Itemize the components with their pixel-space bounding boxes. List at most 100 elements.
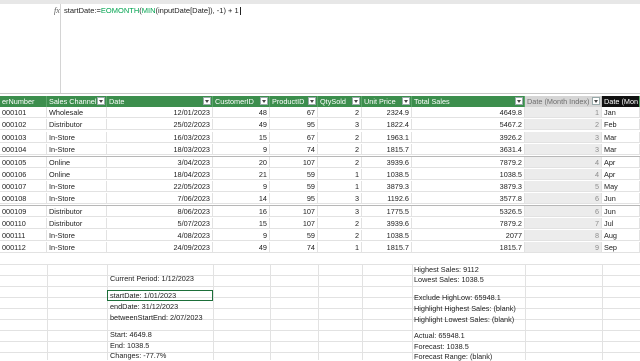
cell-month-index[interactable]: 5 <box>525 180 602 192</box>
cell-customer-id[interactable]: 9 <box>213 143 270 155</box>
cell-qty-sold[interactable]: 1 <box>318 168 362 180</box>
cell-month-index[interactable]: 6 <box>525 193 602 205</box>
cell-product-id[interactable]: 59 <box>270 180 318 192</box>
highlight-lowest-value[interactable]: Highlight Lowest Sales: (blank) <box>414 315 514 324</box>
cell-date[interactable]: 5/07/2023 <box>107 217 213 229</box>
cell-sales-channel[interactable]: In-Store <box>47 131 107 143</box>
cell-order-number[interactable]: 000108 <box>0 193 47 205</box>
cell-date[interactable]: 18/03/2023 <box>107 143 213 155</box>
cell-qty-sold[interactable]: 2 <box>318 143 362 155</box>
cell-customer-id[interactable]: 15 <box>213 217 270 229</box>
cell-date[interactable]: 4/08/2023 <box>107 230 213 241</box>
cell-unit-price[interactable]: 1192.6 <box>362 193 412 205</box>
cell-unit-price[interactable]: 1038.5 <box>362 168 412 180</box>
column-header-month-name[interactable]: Date (Mon <box>602 96 640 107</box>
forecast-value[interactable]: Forecast: 1038.5 <box>414 342 469 351</box>
cell-month-index[interactable]: 9 <box>525 242 602 254</box>
cell-order-number[interactable]: 000111 <box>0 230 47 241</box>
cell-unit-price[interactable]: 1815.7 <box>362 143 412 155</box>
cell-product-id[interactable]: 59 <box>270 168 318 180</box>
cell-unit-price[interactable]: 1815.7 <box>362 242 412 254</box>
cell-product-id[interactable]: 59 <box>270 230 318 241</box>
column-header-date[interactable]: Date <box>107 96 213 107</box>
cell-month-index[interactable]: 2 <box>525 119 602 131</box>
cell-date[interactable]: 22/05/2023 <box>107 180 213 192</box>
cell-order-number[interactable]: 000101 <box>0 107 47 118</box>
cell-month-index[interactable]: 4 <box>525 168 602 180</box>
cell-sales-channel[interactable]: In-Store <box>47 143 107 155</box>
formula-separator[interactable] <box>0 93 640 94</box>
cell-month-index[interactable]: 3 <box>525 143 602 155</box>
cell-order-number[interactable]: 000104 <box>0 143 47 155</box>
cell-customer-id[interactable]: 14 <box>213 193 270 205</box>
formula-input[interactable]: startDate:=EOMONTH(MIN(inputDate[Date]),… <box>64 6 241 16</box>
column-header-product-id[interactable]: ProductID <box>270 96 318 107</box>
cell-unit-price[interactable]: 1038.5 <box>362 230 412 241</box>
cell-month-name[interactable]: Jul <box>602 217 640 229</box>
filter-dropdown-icon[interactable] <box>515 97 523 105</box>
column-header-sales-channel[interactable]: Sales Channel <box>47 96 107 107</box>
between-start-end-value[interactable]: betweenStartEnd: 2/07/2023 <box>110 313 203 322</box>
cell-order-number[interactable]: 000109 <box>0 206 47 218</box>
name-box[interactable] <box>0 4 61 18</box>
cell-customer-id[interactable]: 48 <box>213 107 270 118</box>
cell-customer-id[interactable]: 49 <box>213 119 270 131</box>
lowest-sales-value[interactable]: Lowest Sales: 1038.5 <box>414 275 484 284</box>
cell-order-number[interactable]: 000103 <box>0 131 47 143</box>
cell-month-name[interactable]: Apr <box>602 168 640 180</box>
cell-qty-sold[interactable]: 1 <box>318 242 362 254</box>
cell-qty-sold[interactable]: 3 <box>318 206 362 218</box>
exclude-highlow-value[interactable]: Exclude HighLow: 65948.1 <box>414 293 501 302</box>
end-value[interactable]: End: 1038.5 <box>110 341 149 350</box>
changes-value[interactable]: Changes: -77.7% <box>110 351 166 360</box>
cell-sales-channel[interactable]: Distributor <box>47 206 107 218</box>
cell-unit-price[interactable]: 1822.4 <box>362 119 412 131</box>
cell-month-index[interactable]: 7 <box>525 217 602 229</box>
cell-unit-price[interactable]: 3939.6 <box>362 217 412 229</box>
cell-total-sales[interactable]: 5467.2 <box>412 119 525 131</box>
cell-product-id[interactable]: 95 <box>270 119 318 131</box>
cell-order-number[interactable]: 000106 <box>0 168 47 180</box>
start-date-cell[interactable]: startDate: 1/01/2023 <box>107 290 213 301</box>
column-header-month-index[interactable]: Date (Month Index) <box>525 96 602 107</box>
cell-date[interactable]: 25/02/2023 <box>107 119 213 131</box>
cell-sales-channel[interactable]: Distributor <box>47 217 107 229</box>
cell-customer-id[interactable]: 9 <box>213 230 270 241</box>
cell-customer-id[interactable]: 21 <box>213 168 270 180</box>
cell-unit-price[interactable]: 3939.6 <box>362 157 412 169</box>
filter-dropdown-icon[interactable] <box>260 97 268 105</box>
cell-product-id[interactable]: 67 <box>270 131 318 143</box>
cell-date[interactable]: 8/06/2023 <box>107 206 213 218</box>
column-header-order-number[interactable]: erNumber <box>0 96 47 107</box>
cell-date[interactable]: 3/04/2023 <box>107 157 213 169</box>
filter-dropdown-icon[interactable] <box>402 97 410 105</box>
cell-sales-channel[interactable]: In-Store <box>47 230 107 241</box>
start-value[interactable]: Start: 4649.8 <box>110 330 152 339</box>
cell-order-number[interactable]: 000112 <box>0 242 47 254</box>
cell-total-sales[interactable]: 3926.2 <box>412 131 525 143</box>
cell-order-number[interactable]: 000102 <box>0 119 47 131</box>
cell-date[interactable]: 18/04/2023 <box>107 168 213 180</box>
cell-product-id[interactable]: 107 <box>270 217 318 229</box>
highest-sales-value[interactable]: Highest Sales: 9112 <box>414 265 479 274</box>
cell-month-name[interactable]: May <box>602 180 640 192</box>
cell-date[interactable]: 24/09/2023 <box>107 242 213 254</box>
column-header-total-sales[interactable]: Total Sales <box>412 96 525 107</box>
cell-qty-sold[interactable]: 1 <box>318 180 362 192</box>
cell-sales-channel[interactable]: Wholesale <box>47 107 107 118</box>
cell-product-id[interactable]: 74 <box>270 242 318 254</box>
cell-total-sales[interactable]: 3879.3 <box>412 180 525 192</box>
cell-month-name[interactable]: Mar <box>602 131 640 143</box>
cell-product-id[interactable]: 67 <box>270 107 318 118</box>
cell-sales-channel[interactable]: In-Store <box>47 193 107 205</box>
cell-product-id[interactable]: 107 <box>270 157 318 169</box>
cell-total-sales[interactable]: 3577.8 <box>412 193 525 205</box>
formula-expanded-area[interactable] <box>0 18 640 93</box>
cell-month-index[interactable]: 1 <box>525 107 602 118</box>
filter-dropdown-icon[interactable] <box>308 97 316 105</box>
cell-order-number[interactable]: 000110 <box>0 217 47 229</box>
cell-customer-id[interactable]: 49 <box>213 242 270 254</box>
cell-total-sales[interactable]: 5326.5 <box>412 206 525 218</box>
cell-unit-price[interactable]: 2324.9 <box>362 107 412 118</box>
cell-month-name[interactable]: Feb <box>602 119 640 131</box>
